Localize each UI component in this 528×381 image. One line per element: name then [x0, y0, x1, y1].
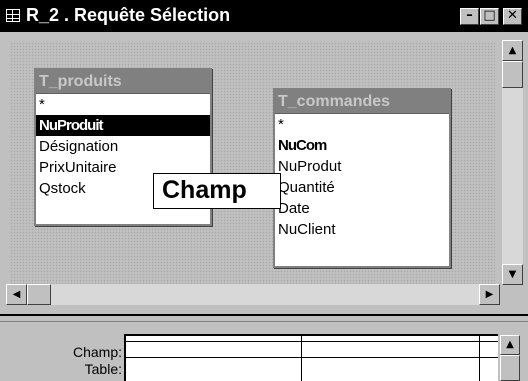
field-all[interactable]: *	[275, 114, 449, 135]
pane-splitter[interactable]	[0, 314, 528, 322]
window-title: R_2 . Requête Sélection	[26, 5, 231, 25]
tooltip-label: Champ	[153, 173, 281, 209]
horizontal-scrollbar[interactable]: ◀ ▶	[6, 284, 500, 305]
field-all[interactable]: *	[36, 94, 210, 115]
query-grid-area: Champ: Table: ▲	[0, 322, 528, 381]
field-nuclient[interactable]: NuClient	[275, 219, 449, 240]
grid-scroll-up-button[interactable]: ▲	[500, 335, 520, 355]
grid-row-line	[126, 357, 498, 358]
close-button[interactable]: ✕	[503, 8, 522, 25]
grid-header-line	[126, 341, 498, 342]
minimize-button[interactable]: –	[460, 8, 479, 25]
field-designation[interactable]: Désignation	[36, 136, 210, 157]
field-nuproduit[interactable]: NuProduit	[36, 115, 210, 136]
scroll-right-button[interactable]: ▶	[479, 284, 500, 305]
horizontal-scroll-thumb[interactable]	[27, 284, 51, 305]
grid-column-divider	[479, 336, 480, 381]
vertical-scrollbar[interactable]: ▲ ▼	[502, 40, 523, 285]
query-icon	[6, 9, 20, 22]
table-t-commandes[interactable]: T_commandes * NuCom NuProdut Quantité Da…	[273, 88, 451, 268]
vertical-scroll-thumb[interactable]	[502, 61, 523, 88]
maximize-button[interactable]: □	[480, 8, 499, 25]
field-date[interactable]: Date	[275, 198, 449, 219]
scroll-left-button[interactable]: ◀	[6, 284, 27, 305]
table-t-produits-title[interactable]: T_produits	[36, 70, 210, 94]
scroll-down-button[interactable]: ▼	[502, 264, 523, 285]
query-grid[interactable]	[124, 334, 498, 381]
grid-column-divider	[301, 336, 302, 381]
title-bar[interactable]: R_2 . Requête Sélection – □ ✕	[0, 0, 528, 32]
scroll-up-button[interactable]: ▲	[502, 40, 523, 61]
grid-scroll-thumb[interactable]	[500, 355, 520, 381]
field-nuprodut[interactable]: NuProdut	[275, 156, 449, 177]
field-quantite[interactable]: Quantité	[275, 177, 449, 198]
table-t-commandes-title[interactable]: T_commandes	[275, 90, 449, 114]
row-label-champ: Champ:	[72, 344, 122, 360]
field-nucom[interactable]: NuCom	[275, 135, 449, 156]
row-label-table: Table:	[84, 361, 122, 377]
